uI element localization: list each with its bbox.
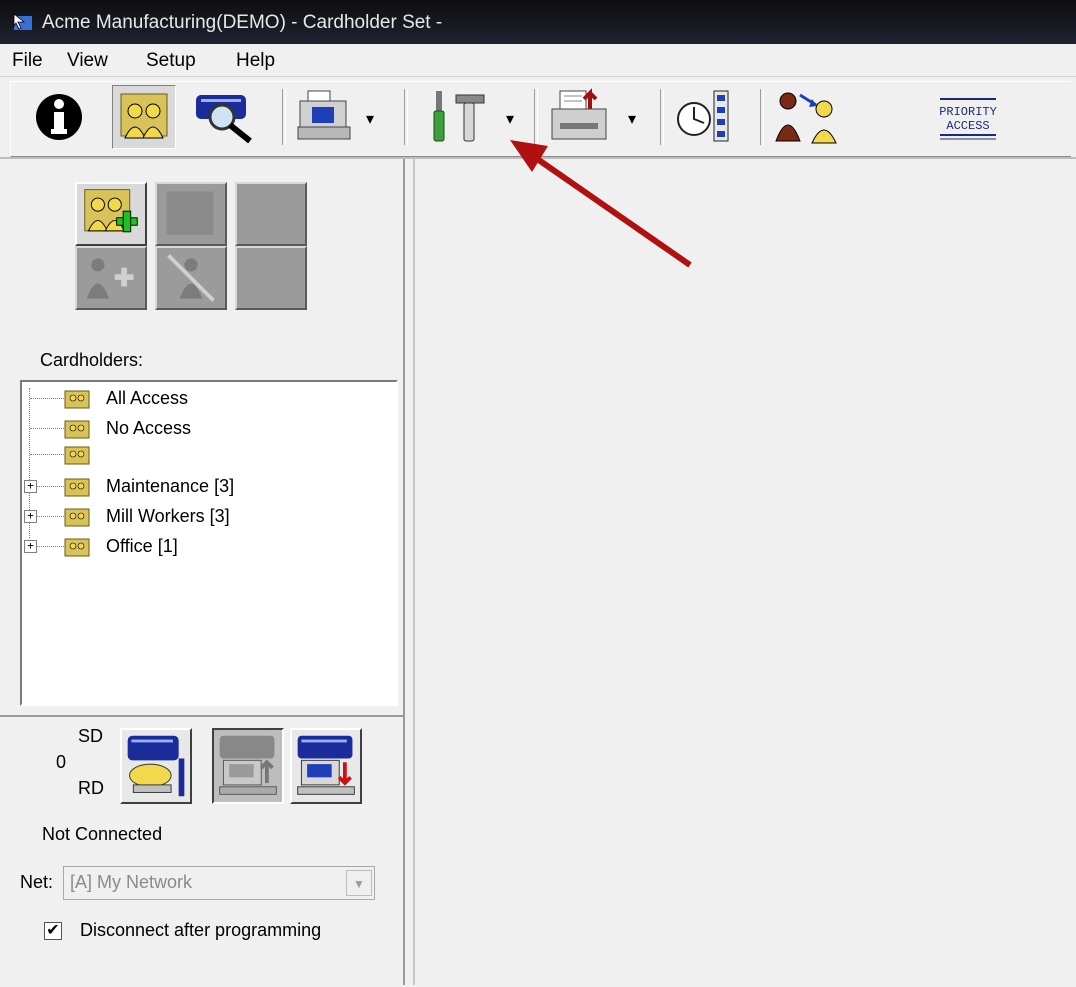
menu-file[interactable]: File	[12, 50, 43, 72]
schedule-button[interactable]	[674, 87, 736, 145]
info-icon	[36, 94, 82, 140]
access-label: ACCESS	[946, 119, 989, 133]
tree-item-office[interactable]: + Office [1]	[22, 532, 396, 562]
info-button[interactable]	[32, 87, 86, 145]
upload-controller-icon	[219, 735, 277, 795]
tree-item-label: Office [1]	[106, 536, 178, 556]
folder-icon	[64, 508, 90, 527]
cardholders-button[interactable]	[112, 85, 176, 149]
menu-setup[interactable]: Setup	[146, 50, 196, 72]
cardholders-label: Cardholders:	[40, 350, 144, 370]
folder-icon	[64, 420, 90, 439]
printer-icon	[551, 88, 607, 140]
folder-icon	[64, 390, 90, 409]
download-button[interactable]	[290, 728, 362, 804]
terminal-dropdown-arrow[interactable]: ▾	[366, 109, 374, 129]
network-select[interactable]: [A] My Network ▼	[63, 866, 375, 900]
tree-item-maintenance[interactable]: + Maintenance [3]	[22, 472, 396, 502]
add-cardholder-button[interactable]	[75, 182, 147, 246]
upload-button[interactable]	[212, 728, 284, 804]
window-title: Acme Manufacturing(DEMO) - Cardholder Se…	[42, 12, 443, 33]
terminal-button[interactable]	[294, 87, 354, 145]
tree-item-all-access[interactable]: All Access	[22, 384, 396, 538]
rd-label: RD	[78, 778, 104, 798]
add-cardholder-icon	[84, 189, 138, 233]
blank-button-2[interactable]	[235, 246, 307, 310]
folder-icon	[64, 478, 90, 497]
tree-item-mill-workers[interactable]: + Mill Workers [3]	[22, 502, 396, 532]
tree-item-unnamed[interactable]	[22, 440, 396, 470]
group-icon	[166, 191, 214, 235]
main-content-area	[413, 159, 1076, 985]
priority-access-button[interactable]: PRIORITY ACCESS	[930, 93, 1006, 143]
connection-status: Not Connected	[42, 824, 163, 844]
net-label: Net:	[20, 872, 54, 892]
download-controller-icon	[297, 735, 355, 795]
menu-help[interactable]: Help	[236, 50, 275, 72]
delete-person-button[interactable]	[155, 246, 227, 310]
schedule-icon	[677, 90, 729, 142]
toolbar: ▾ ▾ ▾ PRIORITY ACCESS	[0, 77, 1076, 159]
controller-search-icon	[196, 95, 252, 144]
chevron-down-icon[interactable]: ▼	[346, 870, 372, 896]
tree-item-label: Mill Workers [3]	[106, 506, 230, 526]
tools-button[interactable]	[424, 87, 488, 145]
user-transfer-button[interactable]	[772, 87, 842, 145]
fax-terminal-icon	[297, 90, 351, 140]
cardholder-group-button[interactable]	[155, 182, 227, 246]
sd-count: 0	[56, 752, 67, 772]
priority-label: PRIORITY	[939, 105, 997, 119]
sd-label: SD	[78, 726, 104, 746]
folder-icon	[64, 446, 90, 465]
blank-button-1[interactable]	[235, 182, 307, 246]
menu-bar: File View Setup Help	[0, 44, 1076, 77]
print-button[interactable]	[548, 87, 610, 145]
priority-access-icon: PRIORITY ACCESS	[939, 98, 997, 140]
user-transfer-icon	[775, 92, 837, 144]
print-dropdown-arrow[interactable]: ▾	[628, 109, 636, 129]
add-person-icon	[86, 258, 134, 299]
menu-view[interactable]: View	[67, 50, 108, 72]
dial-modem-icon	[127, 735, 185, 797]
dial-connect-button[interactable]	[120, 728, 192, 804]
folder-icon	[64, 538, 90, 557]
cardholder-tree: All Access No Access + Maintenance [3] +…	[20, 380, 398, 706]
network-select-value: [A] My Network	[70, 872, 193, 892]
add-person-button[interactable]	[75, 246, 147, 310]
tree-item-label: Maintenance [3]	[106, 476, 235, 496]
delete-person-icon	[167, 254, 215, 302]
cardholders-icon	[120, 93, 168, 139]
app-icon	[13, 13, 32, 30]
disconnect-checkbox[interactable]: ✔	[44, 922, 62, 940]
tools-dropdown-arrow[interactable]: ▾	[506, 109, 514, 129]
tree-item-label: No Access	[106, 418, 192, 438]
tree-item-label: All Access	[106, 388, 189, 408]
tools-icon	[433, 91, 485, 142]
controller-search-button[interactable]	[192, 87, 256, 145]
disconnect-label: Disconnect after programming	[80, 920, 322, 940]
title-bar: Acme Manufacturing(DEMO) - Cardholder Se…	[0, 0, 1076, 44]
